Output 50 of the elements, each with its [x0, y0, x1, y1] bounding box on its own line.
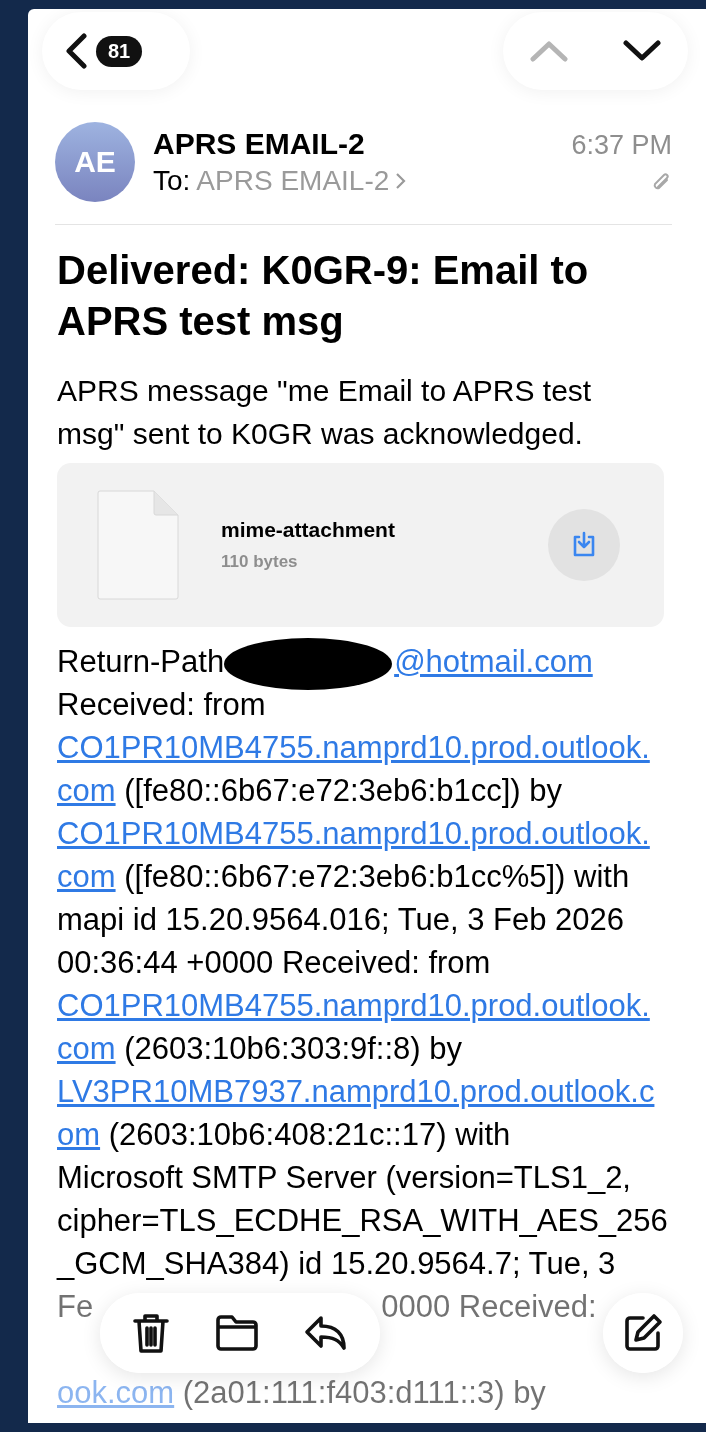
next-message-button[interactable]: [622, 40, 661, 62]
message-subject: Delivered: K0GR-9: Email to APRS test msg: [57, 247, 590, 345]
document-icon: [97, 490, 179, 600]
attachment-size: 110 bytes: [221, 552, 299, 572]
compose-button[interactable]: [623, 1313, 663, 1353]
compose-icon: [623, 1313, 663, 1353]
host-link[interactable]: @hotmail.com: [394, 640, 593, 683]
header-text: ([fe80::6b67:e72:3eb6:b1cc%5]) with: [123, 858, 630, 896]
header-text: 0000 Received:: [381, 1288, 597, 1326]
host-link[interactable]: com: [57, 855, 116, 898]
host-link[interactable]: CO1PR10MB4755.namprd10.prod.outlook.: [57, 812, 650, 855]
attachment-name: mime-attachment: [221, 518, 396, 542]
host-link[interactable]: ook.com: [57, 1371, 175, 1414]
back-icon: [64, 33, 88, 69]
reply-icon: [304, 1314, 348, 1352]
header-text: cipher=TLS_ECDHE_RSA_WITH_AES_256: [57, 1202, 668, 1240]
message-time: 6:37 PM: [571, 130, 672, 161]
recipient-name[interactable]: APRS EMAIL-2: [196, 165, 390, 197]
attachment-card[interactable]: mime-attachment 110 bytes: [57, 463, 664, 627]
header-text: (2a01:111:f403:d111::3) by: [181, 1374, 546, 1412]
header-text: Received: from: [57, 686, 266, 724]
host-link[interactable]: LV3PR10MB7937.namprd10.prod.outlook.c: [57, 1070, 655, 1113]
chevron-up-icon: [530, 40, 569, 62]
folder-icon: [214, 1314, 260, 1352]
to-label: To:: [153, 165, 191, 197]
header-text: Microsoft SMTP Server (version=TLS1_2,: [57, 1159, 631, 1197]
header-text: Fe: [57, 1288, 94, 1326]
host-link[interactable]: CO1PR10MB4755.namprd10.prod.outlook.: [57, 984, 650, 1027]
message-text: APRS message "me Email to APRS test msg" sent to K0GR was acknowledged.: [57, 373, 593, 452]
delete-button[interactable]: [132, 1312, 170, 1354]
back-button[interactable]: [64, 33, 88, 69]
move-button[interactable]: [214, 1314, 260, 1352]
host-link[interactable]: com: [57, 1027, 116, 1070]
host-link[interactable]: om: [57, 1113, 101, 1156]
header-text: 00:36:44 +0000 Received: from: [57, 944, 491, 982]
host-link[interactable]: CO1PR10MB4755.namprd10.prod.outlook.: [57, 726, 650, 769]
header-text: Return-Path: [57, 643, 225, 681]
header-text: _GCM_SHA384) id 15.20.9564.7; Tue, 3: [57, 1245, 616, 1283]
unread-count-badge: 81: [96, 35, 143, 67]
header-text: ([fe80::6b67:e72:3eb6:b1cc]) by: [123, 772, 562, 810]
chevron-right-icon: [395, 172, 407, 190]
header-text: (2603:10b6:408:21c::17) with: [107, 1116, 511, 1154]
host-link[interactable]: com: [57, 769, 116, 812]
trash-icon: [132, 1312, 170, 1354]
reply-button[interactable]: [304, 1314, 348, 1352]
header-text: (2603:10b6:303:9f::8) by: [123, 1030, 462, 1068]
header-text: mapi id 15.20.9564.016; Tue, 3 Feb 2026: [57, 901, 625, 939]
chevron-down-icon: [622, 40, 661, 62]
sender-name: APRS EMAIL-2: [153, 127, 366, 161]
sender-avatar: AE: [55, 122, 135, 202]
